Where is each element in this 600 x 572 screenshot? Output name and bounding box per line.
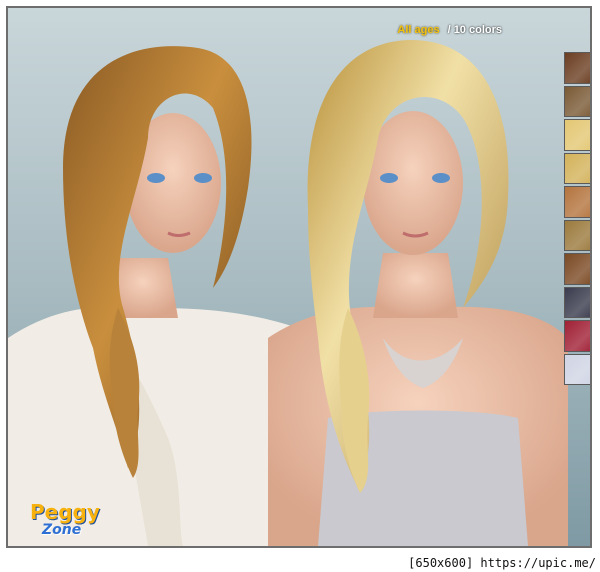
image-frame: All ages / 10 colors Peggy Zone <box>6 6 592 548</box>
logo-line-2: Zone <box>42 522 82 538</box>
logo-line-1: Peggy <box>30 500 100 524</box>
colors-count-label: / 10 colors <box>447 24 502 36</box>
color-swatch <box>564 353 590 385</box>
color-swatch <box>564 253 590 285</box>
ages-label: All ages <box>397 24 440 36</box>
color-swatch <box>564 119 590 151</box>
color-swatch-column <box>564 52 590 385</box>
color-swatch <box>564 186 590 218</box>
color-swatch <box>564 320 590 352</box>
color-swatch <box>564 219 590 251</box>
color-swatch <box>564 152 590 184</box>
image-host-footer: [650x600] https://upic.me/ <box>408 556 596 570</box>
peggy-zone-logo: Peggy Zone <box>28 500 100 546</box>
color-swatch <box>564 52 590 84</box>
caption: All ages / 10 colors <box>397 24 502 36</box>
color-swatch <box>564 85 590 117</box>
hair-preview-scene <box>8 8 590 546</box>
color-swatch <box>564 286 590 318</box>
